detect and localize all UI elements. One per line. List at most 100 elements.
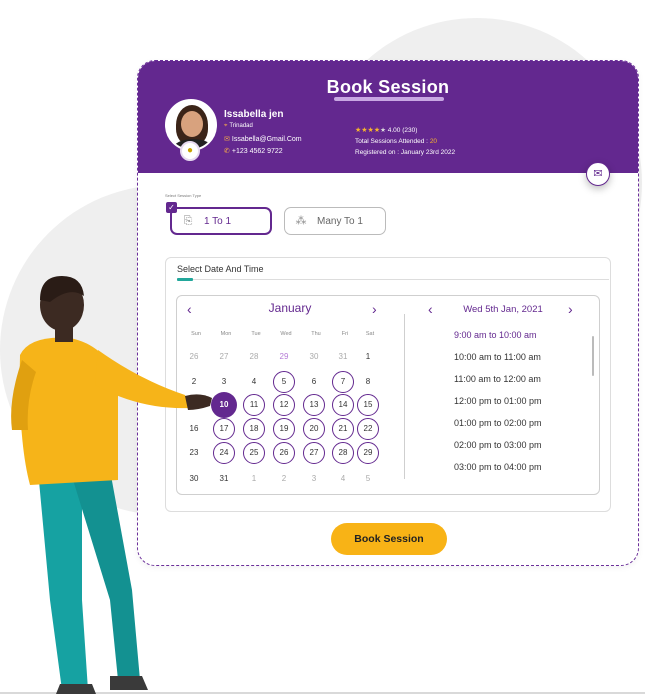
calendar-day[interactable]: 21 bbox=[332, 418, 354, 440]
avatar-face bbox=[181, 111, 203, 137]
divider bbox=[404, 314, 405, 479]
calendar-day[interactable]: 31 bbox=[213, 468, 235, 490]
rating-stars-icon: ★★★★ bbox=[355, 127, 381, 134]
scrollbar[interactable] bbox=[592, 336, 594, 376]
group-icon: ⁂ bbox=[295, 215, 307, 227]
calendar-day[interactable]: 20 bbox=[303, 418, 325, 440]
profile-city: ⌖ Trinadad bbox=[224, 123, 253, 130]
registered-row: Registered on : January 23rd 2022 bbox=[355, 149, 456, 156]
book-session-button[interactable]: Book Session bbox=[331, 523, 447, 555]
calendar-day[interactable]: 16 bbox=[183, 418, 205, 440]
divider bbox=[177, 279, 609, 280]
profile-email: ✉ Issabella@Gmail.Com bbox=[224, 135, 302, 143]
calendar-day[interactable]: 2 bbox=[183, 371, 205, 393]
calendar-day[interactable]: 19 bbox=[273, 418, 295, 440]
calendar: ‹ January › Sun Mon Tue Wed Thu Fri Sat 26 27 28 2… bbox=[176, 295, 600, 495]
time-slot[interactable]: 02:00 pm to 03:00 pm bbox=[454, 440, 542, 450]
calendar-day[interactable]: 28 bbox=[332, 442, 354, 464]
calendar-day[interactable]: 22 bbox=[357, 418, 379, 440]
session-type-many[interactable]: ⁂ Many To 1 bbox=[284, 207, 386, 235]
calendar-day[interactable]: 23 bbox=[183, 442, 205, 464]
calendar-day[interactable]: 6 bbox=[303, 371, 325, 393]
session-type-label: Select Session Type bbox=[165, 193, 202, 198]
calendar-day[interactable]: 2 bbox=[273, 468, 295, 490]
calendar-day[interactable]: 26 bbox=[273, 442, 295, 464]
session-type-label-many: Many To 1 bbox=[317, 215, 363, 227]
rating-star-empty-icon: ★ bbox=[380, 127, 386, 134]
calendar-day[interactable]: 28 bbox=[243, 346, 265, 368]
weekday-label: Fri bbox=[341, 331, 349, 337]
calendar-day[interactable]: 4 bbox=[332, 468, 354, 490]
calendar-day[interactable]: 3 bbox=[213, 371, 235, 393]
page-title: Book Session bbox=[326, 77, 450, 97]
calendar-day[interactable]: 31 bbox=[332, 346, 354, 368]
location-icon: ⌖ bbox=[224, 123, 228, 129]
calendar-day[interactable]: 14 bbox=[332, 394, 354, 416]
time-slot[interactable]: 12:00 pm to 01:00 pm bbox=[454, 396, 542, 406]
weekday-label: Sat bbox=[365, 331, 375, 337]
time-slot[interactable]: 01:00 pm to 02:00 pm bbox=[454, 418, 542, 428]
calendar-day[interactable]: 17 bbox=[213, 418, 235, 440]
ground-line bbox=[0, 692, 645, 694]
badge-icon: ● bbox=[180, 141, 200, 161]
next-month-chevron-icon[interactable]: › bbox=[372, 301, 377, 317]
calendar-day[interactable]: 27 bbox=[303, 442, 325, 464]
calendar-day[interactable]: 12 bbox=[273, 394, 295, 416]
phone-icon: ✆ bbox=[224, 148, 230, 155]
sessions-label: Total Sessions Attended : bbox=[355, 138, 428, 145]
title-underline bbox=[334, 97, 444, 101]
calendar-day[interactable]: 26 bbox=[183, 346, 205, 368]
weekday-label: Wed bbox=[280, 331, 292, 337]
time-slot[interactable]: 03:00 pm to 04:00 pm bbox=[454, 462, 542, 472]
phone-text: +123 4562 9722 bbox=[231, 148, 283, 155]
calendar-day[interactable]: 13 bbox=[303, 394, 325, 416]
calendar-day[interactable]: 10 bbox=[211, 392, 237, 418]
time-slots-panel: ‹ Wed 5th Jan, 2021 › 9:00 am to 10:00 a… bbox=[406, 296, 600, 496]
time-slot[interactable]: 9:00 am to 10:00 am bbox=[454, 330, 537, 340]
booking-card: Book Session ● Issabella jen ⌖ Trinadad ✉… bbox=[137, 60, 639, 566]
calendar-day[interactable]: 7 bbox=[332, 371, 354, 393]
session-type-label-1to1: 1 To 1 bbox=[204, 215, 232, 227]
sessions-row: Total Sessions Attended : 20 bbox=[355, 136, 455, 147]
calendar-day[interactable]: 8 bbox=[357, 371, 379, 393]
weekday-label: Tue bbox=[251, 331, 261, 337]
title-accent bbox=[177, 278, 193, 281]
weekday-label: Mon bbox=[220, 331, 232, 337]
city-text: Trinadad bbox=[229, 123, 253, 129]
time-slot[interactable]: 11:00 am to 12:00 am bbox=[454, 374, 541, 384]
calendar-day[interactable]: 29 bbox=[273, 346, 295, 368]
mail-icon: ✉ bbox=[224, 136, 230, 143]
calendar-day[interactable]: 30 bbox=[303, 346, 325, 368]
month-label: January bbox=[268, 301, 312, 315]
calendar-day[interactable]: 11 bbox=[243, 394, 265, 416]
date-time-title: Select Date And Time bbox=[177, 264, 264, 274]
calendar-day[interactable]: 24 bbox=[213, 442, 235, 464]
calendar-day[interactable]: 25 bbox=[243, 442, 265, 464]
calendar-day[interactable]: 1 bbox=[357, 346, 379, 368]
profile-name: Issabella jen bbox=[224, 109, 284, 120]
calendar-day[interactable]: 15 bbox=[357, 394, 379, 416]
rating-text: 4.00 (230) bbox=[387, 127, 418, 134]
calendar-day[interactable]: 30 bbox=[183, 468, 205, 490]
calendar-day[interactable]: 4 bbox=[243, 371, 265, 393]
calendar-day[interactable]: 5 bbox=[357, 468, 379, 490]
calendar-day[interactable]: 29 bbox=[357, 442, 379, 464]
weekday-label: Thu bbox=[311, 331, 321, 337]
profile-stats: ★★★★★ 4.00 (230) Total Sessions Attended… bbox=[355, 125, 455, 158]
calendar-day[interactable]: 3 bbox=[303, 468, 325, 490]
next-date-chevron-icon[interactable]: › bbox=[568, 301, 573, 317]
calendar-day[interactable]: 18 bbox=[243, 418, 265, 440]
calendar-day[interactable]: 5 bbox=[273, 371, 295, 393]
rating-row: ★★★★★ 4.00 (230) bbox=[355, 125, 455, 136]
message-button[interactable]: ✉ bbox=[586, 162, 610, 186]
session-type-1to1[interactable]: ⎘ 1 To 1 bbox=[170, 207, 272, 235]
calendar-day[interactable]: 27 bbox=[213, 346, 235, 368]
time-slot[interactable]: 10:00 am to 11:00 am bbox=[454, 352, 541, 362]
envelope-icon: ✉ bbox=[593, 168, 603, 180]
calendar-day[interactable]: 9 bbox=[183, 394, 205, 416]
calendar-month-view: ‹ January › Sun Mon Tue Wed Thu Fri Sat 26 27 28 2… bbox=[177, 296, 403, 496]
profile-phone: ✆ +123 4562 9722 bbox=[224, 147, 283, 155]
one-to-one-icon: ⎘ bbox=[183, 215, 193, 227]
email-text: Issabella@Gmail.Com bbox=[231, 136, 302, 143]
calendar-day[interactable]: 1 bbox=[243, 468, 265, 490]
